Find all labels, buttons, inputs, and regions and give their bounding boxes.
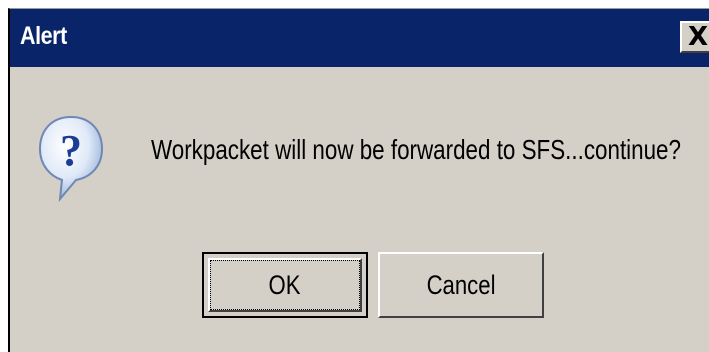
question-icon: ?: [38, 115, 104, 203]
cancel-button[interactable]: Cancel: [378, 252, 544, 318]
ok-button-label: OK: [268, 270, 301, 300]
dialog-title: Alert: [20, 22, 67, 50]
alert-dialog: Alert X ? Workpacket will now be forward…: [8, 8, 709, 352]
close-icon: X: [688, 22, 709, 52]
svg-text:?: ?: [60, 126, 82, 175]
message-text: Workpacket will now be forwarded to SFS.…: [151, 134, 681, 165]
close-button[interactable]: X: [680, 21, 709, 53]
title-bar[interactable]: Alert X: [10, 9, 709, 67]
ok-button[interactable]: OK: [202, 252, 368, 318]
cancel-button-label: Cancel: [426, 270, 496, 300]
